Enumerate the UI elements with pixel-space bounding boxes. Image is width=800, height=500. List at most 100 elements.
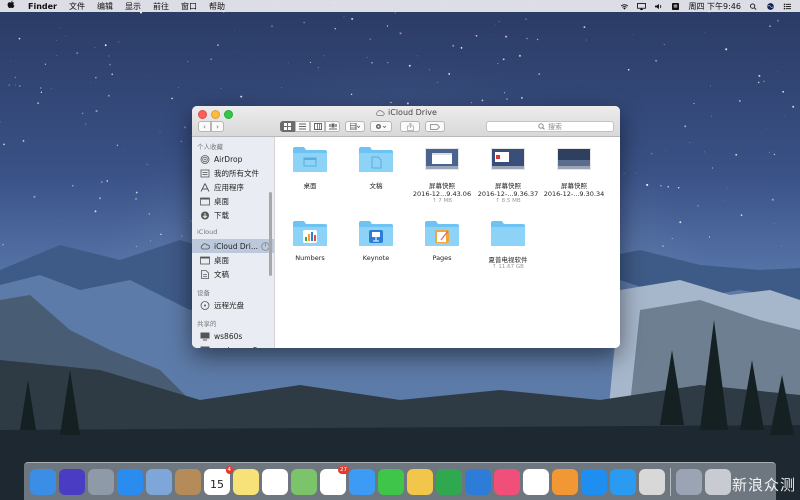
sidebar-item-documents[interactable]: 文稿 — [192, 267, 274, 281]
tags-button[interactable] — [425, 121, 445, 132]
siri-icon[interactable] — [766, 2, 775, 10]
sidebar-item-desktop[interactable]: 桌面 — [192, 194, 274, 208]
volume-icon[interactable] — [654, 3, 663, 10]
search-field[interactable]: 搜索 — [486, 121, 614, 132]
star — [627, 69, 630, 71]
forward-button[interactable]: › — [211, 121, 224, 132]
finder-icon[interactable] — [30, 468, 56, 495]
keynote-icon[interactable] — [465, 468, 491, 495]
menu-go[interactable]: 前往 — [147, 1, 175, 12]
sidebar-item-downloads[interactable]: 下载 — [192, 208, 274, 222]
contacts-icon[interactable] — [175, 468, 201, 495]
menu-file[interactable]: 文件 — [63, 1, 91, 12]
star — [108, 55, 110, 57]
stickies-icon[interactable] — [639, 468, 665, 495]
icon-view-button[interactable] — [280, 121, 295, 132]
title-bar[interactable]: iCloud Drive ‹ › 搜索 — [192, 106, 620, 137]
star — [759, 188, 761, 190]
sidebar-item-all-files[interactable]: 我的所有文件 — [192, 166, 274, 180]
safari-icon[interactable] — [117, 468, 143, 495]
notes-icon[interactable] — [233, 468, 259, 495]
file-item[interactable]: 夏普电视软件 ↑ 11.67 GB — [475, 217, 541, 285]
sidebar-item-icloud-drive[interactable]: iCloud Dri... — [192, 239, 274, 253]
facetime-icon[interactable] — [378, 468, 404, 495]
sidebar-item-applications[interactable]: 应用程序 — [192, 180, 274, 194]
applications-icon — [200, 182, 210, 192]
trash-icon[interactable] — [705, 468, 731, 495]
file-item[interactable]: 屏幕快照 2016-12-...9.36.37 ↑ 8.5 MB — [475, 143, 541, 211]
back-button[interactable]: ‹ — [198, 121, 211, 132]
star — [81, 112, 84, 115]
ibooks-icon[interactable] — [552, 468, 578, 495]
sidebar-item-remote-disc[interactable]: 远程光盘 — [192, 298, 274, 312]
status-area: 周四 下午9:46 — [620, 1, 800, 12]
numbers-folder-icon — [291, 217, 329, 249]
star — [538, 73, 541, 75]
star — [663, 44, 665, 46]
sidebar: 个人收藏 AirDrop 我的所有文件 应用程序 桌面 下载 iCloud iC… — [192, 137, 275, 348]
star — [371, 61, 373, 64]
star — [502, 58, 505, 61]
file-item[interactable]: 桌面 — [277, 143, 343, 211]
list-view-button[interactable] — [295, 121, 310, 132]
star — [704, 32, 705, 33]
star — [56, 55, 58, 56]
dock-separator — [670, 467, 671, 496]
file-item[interactable]: Numbers — [277, 217, 343, 285]
action-button[interactable] — [370, 121, 392, 132]
sidebar-item-icloud-desktop[interactable]: 桌面 — [192, 253, 274, 267]
cover-flow-button[interactable] — [325, 121, 340, 132]
downloads-stack-icon[interactable] — [676, 468, 702, 495]
qq-icon[interactable] — [523, 468, 549, 495]
sidebar-item-ws860s[interactable]: ws860s — [192, 329, 274, 343]
messages-icon[interactable] — [349, 468, 375, 495]
star — [585, 39, 587, 41]
sidebar-item-airdrop[interactable]: AirDrop — [192, 152, 274, 166]
app-menu[interactable]: Finder — [22, 2, 63, 11]
search-icon[interactable] — [749, 2, 758, 10]
pen-app-icon[interactable] — [610, 468, 636, 495]
menu-window[interactable]: 窗口 — [175, 1, 203, 12]
star — [390, 101, 392, 104]
menu-help[interactable]: 帮助 — [203, 1, 231, 12]
airplay-icon[interactable] — [637, 2, 647, 10]
itunes-icon[interactable] — [494, 468, 520, 495]
preview-icon[interactable] — [407, 468, 433, 495]
launchpad-icon[interactable] — [88, 468, 114, 495]
file-item[interactable]: 文稿 — [343, 143, 409, 211]
group-by-button[interactable] — [345, 121, 365, 132]
finder-window: iCloud Drive ‹ › 搜索 个人收藏 AirDrop 我的所有文件 … — [192, 106, 620, 348]
menu-view[interactable]: 显示 — [119, 1, 147, 12]
file-item[interactable]: Keynote — [343, 217, 409, 285]
star — [526, 37, 528, 40]
siri-icon[interactable] — [59, 468, 85, 495]
star — [118, 41, 120, 43]
file-name: 屏幕快照 — [495, 182, 521, 190]
numbers-icon[interactable] — [436, 468, 462, 495]
clock[interactable]: 周四 下午9:46 — [688, 1, 741, 12]
menu-edit[interactable]: 编辑 — [91, 1, 119, 12]
notification-center-icon[interactable] — [783, 3, 792, 10]
calendar-icon[interactable]: 15 4 — [204, 465, 233, 495]
mail-stamp-icon[interactable] — [146, 468, 172, 495]
app-store-icon[interactable] — [581, 468, 607, 495]
maps-icon[interactable] — [291, 468, 317, 495]
wifi-icon[interactable] — [620, 3, 629, 10]
sidebar-item-shared-2[interactable]: wuduoqoo5c — [192, 343, 274, 348]
photos-icon[interactable]: 27 — [320, 465, 349, 495]
star — [406, 102, 409, 105]
star — [632, 33, 633, 35]
column-view-button[interactable] — [310, 121, 325, 132]
input-method-icon[interactable] — [671, 2, 680, 10]
documents-icon — [201, 269, 209, 279]
star — [505, 98, 508, 101]
share-button[interactable] — [400, 121, 420, 132]
file-item[interactable]: 屏幕快照 2016-12-...9.30.34 — [541, 143, 607, 211]
file-item[interactable]: 屏幕快照 2016-12...9.43.06 ↑ 7 MB — [409, 143, 475, 211]
apple-icon[interactable] — [0, 0, 22, 12]
file-item[interactable]: Pages — [409, 217, 475, 285]
star — [178, 87, 179, 88]
sidebar-scrollbar[interactable] — [269, 192, 272, 276]
star — [310, 61, 311, 63]
reminders-icon[interactable] — [262, 468, 288, 495]
